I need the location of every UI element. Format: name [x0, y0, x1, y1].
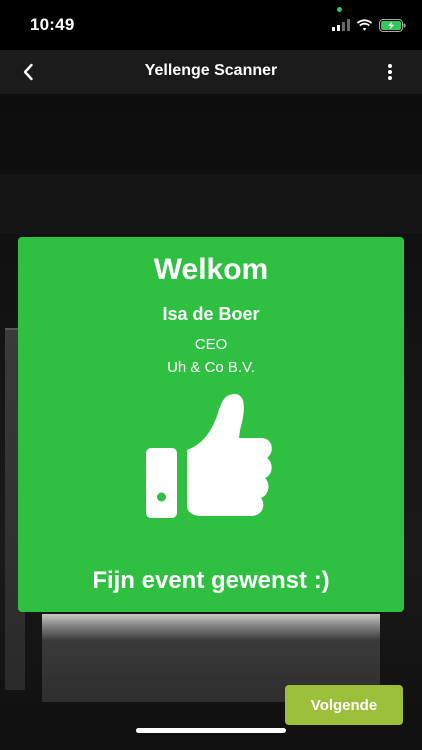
- battery-charging-icon: [379, 18, 406, 32]
- chevron-left-icon: [23, 63, 33, 81]
- scanner-screen: 10:49 Yellenge Scanner Welkom Isa de Boe…: [0, 0, 422, 750]
- attendee-name: Isa de Boer: [162, 304, 260, 324]
- home-indicator: [136, 728, 286, 733]
- nav-title: Yellenge Scanner: [144, 62, 278, 79]
- wifi-icon: [356, 19, 373, 31]
- thumbs-up-icon: [146, 394, 272, 518]
- more-menu-button[interactable]: [378, 59, 402, 85]
- welcome-message: Fijn event gewenst :): [92, 567, 330, 594]
- status-icons: [332, 16, 406, 34]
- status-time: 10:49: [30, 15, 75, 34]
- camera-in-use-indicator: [337, 7, 342, 12]
- cellular-signal-icon: [332, 19, 350, 31]
- more-vertical-icon: [388, 64, 392, 80]
- attendee-role: CEO: [194, 336, 228, 353]
- status-bar: 10:49: [0, 0, 422, 50]
- welcome-heading: Welkom: [153, 253, 269, 286]
- camera-background: [0, 174, 422, 234]
- back-button[interactable]: [14, 58, 42, 86]
- welcome-card: Welkom Isa de Boer CEO Uh & Co B.V. Fijn…: [18, 237, 404, 612]
- attendee-company: Uh & Co B.V.: [167, 359, 255, 376]
- next-button[interactable]: Volgende: [285, 685, 403, 725]
- nav-bar: Yellenge Scanner: [0, 50, 422, 94]
